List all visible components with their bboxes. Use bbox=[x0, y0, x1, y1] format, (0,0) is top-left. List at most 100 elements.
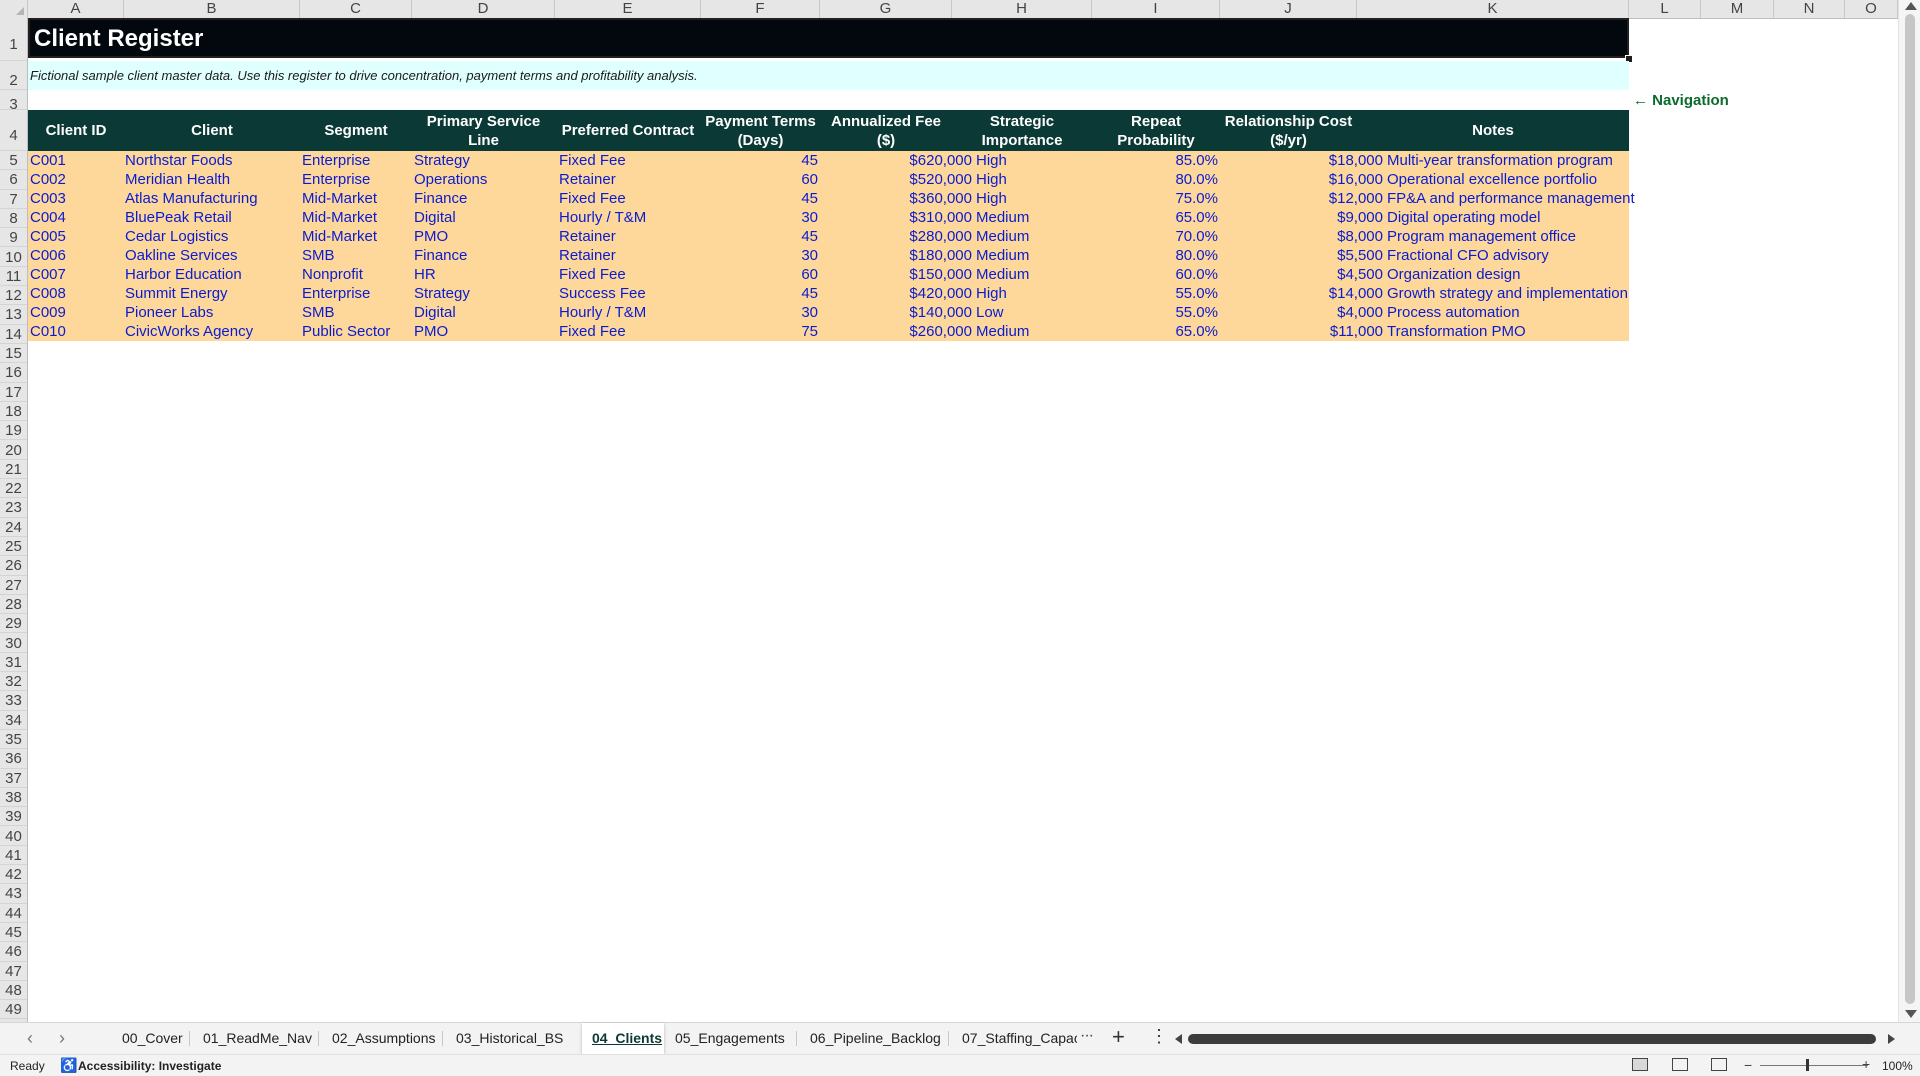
table-cell[interactable]: Strategy bbox=[414, 151, 554, 170]
column-header[interactable]: K bbox=[1357, 0, 1629, 18]
row-header[interactable]: 33 bbox=[0, 691, 27, 711]
table-cell[interactable]: 45 bbox=[701, 151, 818, 170]
table-cell[interactable]: Mid-Market bbox=[302, 208, 412, 227]
table-cell[interactable]: C001 bbox=[30, 151, 120, 170]
select-all-corner[interactable] bbox=[0, 0, 28, 18]
table-cell[interactable]: $14,000 bbox=[1220, 284, 1383, 303]
table-cell[interactable]: Cedar Logistics bbox=[125, 227, 300, 246]
table-cell[interactable]: 45 bbox=[701, 227, 818, 246]
page-layout-icon[interactable] bbox=[1672, 1058, 1688, 1071]
table-cell[interactable]: FP&A and performance management bbox=[1387, 189, 1635, 208]
table-cell[interactable]: SMB bbox=[302, 303, 412, 322]
tab-04-clients[interactable]: 04_Clients bbox=[582, 1023, 664, 1054]
horizontal-scroll-thumb[interactable] bbox=[1188, 1034, 1876, 1044]
table-cell[interactable]: Medium bbox=[976, 246, 1090, 265]
tab-07-staffing-capac[interactable]: 07_Staffing_Capac bbox=[952, 1023, 1077, 1054]
tab-menu-icon[interactable]: ⋮ bbox=[1150, 1026, 1168, 1047]
row-header[interactable]: 34 bbox=[0, 711, 27, 730]
table-cell[interactable]: Harbor Education bbox=[125, 265, 300, 284]
row-header[interactable]: 21 bbox=[0, 460, 27, 480]
row-header[interactable]: 12 bbox=[0, 286, 27, 306]
row-header[interactable]: 47 bbox=[0, 962, 27, 981]
table-cell[interactable]: Enterprise bbox=[302, 170, 412, 189]
column-header[interactable]: N bbox=[1774, 0, 1845, 18]
table-cell[interactable]: High bbox=[976, 189, 1090, 208]
row-header[interactable]: 32 bbox=[0, 672, 27, 692]
table-cell[interactable]: 65.0% bbox=[1092, 322, 1218, 341]
column-header[interactable]: M bbox=[1701, 0, 1774, 18]
table-cell[interactable]: Retainer bbox=[559, 170, 699, 189]
table-cell[interactable]: Atlas Manufacturing bbox=[125, 189, 300, 208]
table-cell[interactable]: 65.0% bbox=[1092, 208, 1218, 227]
table-cell[interactable]: 75 bbox=[701, 322, 818, 341]
table-cell[interactable]: $260,000 bbox=[820, 322, 972, 341]
column-header[interactable]: B bbox=[124, 0, 300, 18]
table-cell[interactable]: $620,000 bbox=[820, 151, 972, 170]
row-header[interactable]: 23 bbox=[0, 498, 27, 518]
row-header[interactable]: 49 bbox=[0, 1000, 27, 1020]
table-cell[interactable]: 70.0% bbox=[1092, 227, 1218, 246]
table-cell[interactable]: SMB bbox=[302, 246, 412, 265]
table-cell[interactable]: C007 bbox=[30, 265, 120, 284]
table-cell[interactable]: HR bbox=[414, 265, 554, 284]
accessibility-icon[interactable]: ♿ bbox=[60, 1057, 77, 1074]
column-header[interactable]: D bbox=[412, 0, 555, 18]
table-cell[interactable]: PMO bbox=[414, 322, 554, 341]
table-cell[interactable]: 80.0% bbox=[1092, 170, 1218, 189]
row-header[interactable]: 16 bbox=[0, 363, 27, 383]
table-cell[interactable]: 45 bbox=[701, 189, 818, 208]
table-cell[interactable]: Medium bbox=[976, 227, 1090, 246]
row-header[interactable]: 8 bbox=[0, 209, 27, 229]
table-cell[interactable]: 55.0% bbox=[1092, 284, 1218, 303]
tab-left-icon[interactable]: ‹ bbox=[20, 1029, 40, 1047]
table-cell[interactable]: Hourly / T&M bbox=[559, 208, 699, 227]
row-header[interactable]: 35 bbox=[0, 730, 27, 750]
page-break-icon[interactable] bbox=[1711, 1058, 1727, 1071]
table-cell[interactable]: BluePeak Retail bbox=[125, 208, 300, 227]
row-header[interactable]: 19 bbox=[0, 421, 27, 441]
row-header[interactable]: 3 bbox=[0, 90, 27, 113]
table-cell[interactable]: $11,000 bbox=[1220, 322, 1383, 341]
row-header[interactable]: 27 bbox=[0, 576, 27, 595]
row-header[interactable]: 15 bbox=[0, 344, 27, 364]
table-cell[interactable]: $5,500 bbox=[1220, 246, 1383, 265]
table-cell[interactable]: $310,000 bbox=[820, 208, 972, 227]
table-cell[interactable]: Multi-year transformation program bbox=[1387, 151, 1627, 170]
table-cell[interactable]: $360,000 bbox=[820, 189, 972, 208]
table-cell[interactable]: 55.0% bbox=[1092, 303, 1218, 322]
column-header[interactable]: G bbox=[820, 0, 952, 18]
more-tabs-icon[interactable]: ··· bbox=[1080, 1027, 1094, 1045]
table-cell[interactable]: C010 bbox=[30, 322, 120, 341]
table-cell[interactable]: CivicWorks Agency bbox=[125, 322, 300, 341]
zoom-slider-thumb[interactable] bbox=[1806, 1059, 1809, 1071]
table-cell[interactable]: C009 bbox=[30, 303, 120, 322]
table-cell[interactable]: 30 bbox=[701, 246, 818, 265]
table-cell[interactable]: 45 bbox=[701, 284, 818, 303]
table-cell[interactable]: Operations bbox=[414, 170, 554, 189]
subtitle-cell[interactable]: Fictional sample client master data. Use… bbox=[28, 61, 1629, 90]
table-cell[interactable]: C004 bbox=[30, 208, 120, 227]
row-header[interactable]: 9 bbox=[0, 228, 27, 248]
table-cell[interactable]: Medium bbox=[976, 208, 1090, 227]
scroll-left-icon[interactable] bbox=[1175, 1034, 1182, 1044]
accessibility-status[interactable]: Accessibility: Investigate bbox=[78, 1059, 221, 1073]
zoom-slider[interactable] bbox=[1760, 1065, 1868, 1066]
column-header[interactable]: C bbox=[300, 0, 412, 18]
row-header[interactable]: 28 bbox=[0, 595, 27, 615]
row-header[interactable]: 18 bbox=[0, 402, 27, 422]
table-cell[interactable]: Summit Energy bbox=[125, 284, 300, 303]
row-header[interactable]: 24 bbox=[0, 518, 27, 537]
table-cell[interactable]: Finance bbox=[414, 246, 554, 265]
table-cell[interactable]: Medium bbox=[976, 265, 1090, 284]
table-cell[interactable]: Low bbox=[976, 303, 1090, 322]
row-header[interactable]: 38 bbox=[0, 788, 27, 808]
row-header[interactable]: 6 bbox=[0, 170, 27, 190]
table-cell[interactable]: Meridian Health bbox=[125, 170, 300, 189]
row-header[interactable]: 37 bbox=[0, 769, 27, 788]
scroll-up-icon[interactable] bbox=[1905, 2, 1917, 10]
table-cell[interactable]: 30 bbox=[701, 303, 818, 322]
table-cell[interactable]: Growth strategy and implementation bbox=[1387, 284, 1628, 303]
scroll-right-icon[interactable] bbox=[1888, 1034, 1895, 1044]
row-header[interactable]: 17 bbox=[0, 383, 27, 402]
table-cell[interactable]: Fixed Fee bbox=[559, 189, 699, 208]
